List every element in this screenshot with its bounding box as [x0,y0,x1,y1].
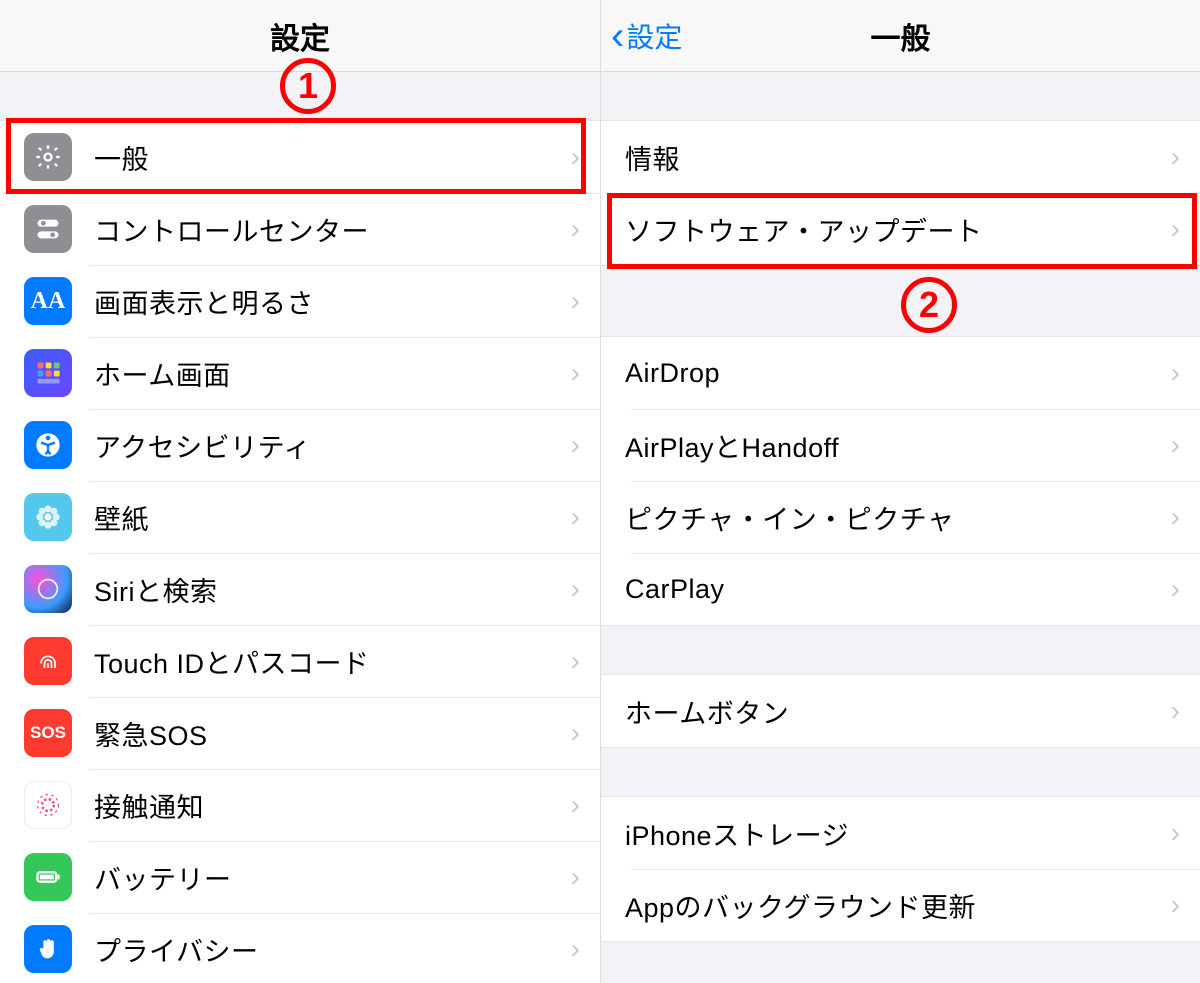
chevron-right-icon: › [571,645,580,677]
chevron-right-icon: › [571,789,580,821]
row-airplay-handoff[interactable]: AirPlayとHandoff › [601,409,1200,481]
row-privacy[interactable]: プライバシー › [0,913,600,983]
chevron-right-icon: › [1171,695,1180,727]
row-label: プライバシー [94,930,571,969]
section-gap [601,748,1200,796]
chevron-left-icon: ‹ [611,16,624,56]
chevron-right-icon: › [571,357,580,389]
page-title: 設定 [270,14,330,58]
row-carplay[interactable]: CarPlay › [601,553,1200,625]
row-label: ホーム画面 [94,354,571,393]
chevron-right-icon: › [571,717,580,749]
chevron-right-icon: › [571,141,580,173]
navbar-general: ‹ 設定 一般 [601,0,1200,72]
chevron-right-icon: › [571,573,580,605]
row-home-screen[interactable]: ホーム画面 › [0,337,600,409]
section-gap [601,626,1200,674]
exposure-icon [24,781,72,829]
back-button[interactable]: ‹ 設定 [611,0,682,72]
section-gap [601,72,1200,120]
general-section-1: 情報 › ソフトウェア・アップデート › [601,120,1200,266]
navbar-settings: 設定 [0,0,600,72]
row-battery[interactable]: バッテリー › [0,841,600,913]
chevron-right-icon: › [571,429,580,461]
row-pip[interactable]: ピクチャ・イン・ピクチャ › [601,481,1200,553]
siri-icon [24,565,72,613]
section-gap [0,72,600,120]
chevron-right-icon: › [1171,429,1180,461]
section-gap [601,266,1200,336]
row-home-button[interactable]: ホームボタン › [601,675,1200,747]
row-label: コントロールセンター [94,210,571,249]
chevron-right-icon: › [1171,889,1180,921]
battery-icon [24,853,72,901]
row-label: ホームボタン [625,692,1171,731]
chevron-right-icon: › [1171,141,1180,173]
sos-icon: SOS [24,709,72,757]
row-software-update[interactable]: ソフトウェア・アップデート › [601,193,1200,265]
page-title: 一般 [871,14,931,58]
row-sos[interactable]: SOS 緊急SOS › [0,697,600,769]
row-label: 接触通知 [94,786,571,825]
row-label: アクセシビリティ [94,426,571,465]
row-accessibility[interactable]: アクセシビリティ › [0,409,600,481]
chevron-right-icon: › [571,933,580,965]
row-label: iPhoneストレージ [625,814,1171,853]
general-pane: ‹ 設定 一般 情報 › ソフトウェア・アップデート › 2 AirDrop ›… [600,0,1200,983]
back-label: 設定 [626,16,682,56]
gear-icon [24,133,72,181]
row-label: Appのバックグラウンド更新 [625,886,1171,925]
row-siri[interactable]: Siriと検索 › [0,553,600,625]
row-background-refresh[interactable]: Appのバックグラウンド更新 › [601,869,1200,941]
home-grid-icon [24,349,72,397]
row-control-center[interactable]: コントロールセンター › [0,193,600,265]
general-section-4: iPhoneストレージ › Appのバックグラウンド更新 › [601,796,1200,942]
row-label: 緊急SOS [94,714,571,753]
settings-list: 一般 › コントロールセンター › AA 画面表示と明るさ › ホーム画面 [0,120,600,983]
row-label: 情報 [625,138,1171,177]
hand-icon [24,925,72,973]
fingerprint-icon [24,637,72,685]
row-label: Touch IDとパスコード [94,642,571,681]
row-about[interactable]: 情報 › [601,121,1200,193]
chevron-right-icon: › [1171,357,1180,389]
chevron-right-icon: › [571,501,580,533]
row-exposure[interactable]: 接触通知 › [0,769,600,841]
chevron-right-icon: › [571,285,580,317]
chevron-right-icon: › [1171,501,1180,533]
row-label: Siriと検索 [94,570,571,609]
row-label: CarPlay [625,574,1171,605]
chevron-right-icon: › [1171,817,1180,849]
row-label: 壁紙 [94,498,571,537]
row-wallpaper[interactable]: 壁紙 › [0,481,600,553]
row-label: AirDrop [625,358,1171,389]
chevron-right-icon: › [1171,213,1180,245]
row-general[interactable]: 一般 › [0,121,600,193]
row-label: 一般 [94,138,571,177]
general-section-3: ホームボタン › [601,674,1200,748]
row-iphone-storage[interactable]: iPhoneストレージ › [601,797,1200,869]
chevron-right-icon: › [571,861,580,893]
chevron-right-icon: › [1171,573,1180,605]
row-label: 画面表示と明るさ [94,282,571,321]
row-display[interactable]: AA 画面表示と明るさ › [0,265,600,337]
row-touchid[interactable]: Touch IDとパスコード › [0,625,600,697]
row-label: バッテリー [94,858,571,897]
switch-icon [24,205,72,253]
accessibility-icon [24,421,72,469]
row-airdrop[interactable]: AirDrop › [601,337,1200,409]
row-label: ソフトウェア・アップデート [625,210,1171,249]
chevron-right-icon: › [571,213,580,245]
settings-pane: 設定 1 一般 › コントロールセンター › AA 画面表示と明るさ › [0,0,600,983]
flower-icon [24,493,72,541]
general-section-2: AirDrop › AirPlayとHandoff › ピクチャ・イン・ピクチャ… [601,336,1200,626]
text-size-icon: AA [24,277,72,325]
row-label: AirPlayとHandoff [625,426,1171,465]
row-label: ピクチャ・イン・ピクチャ [625,498,1171,537]
